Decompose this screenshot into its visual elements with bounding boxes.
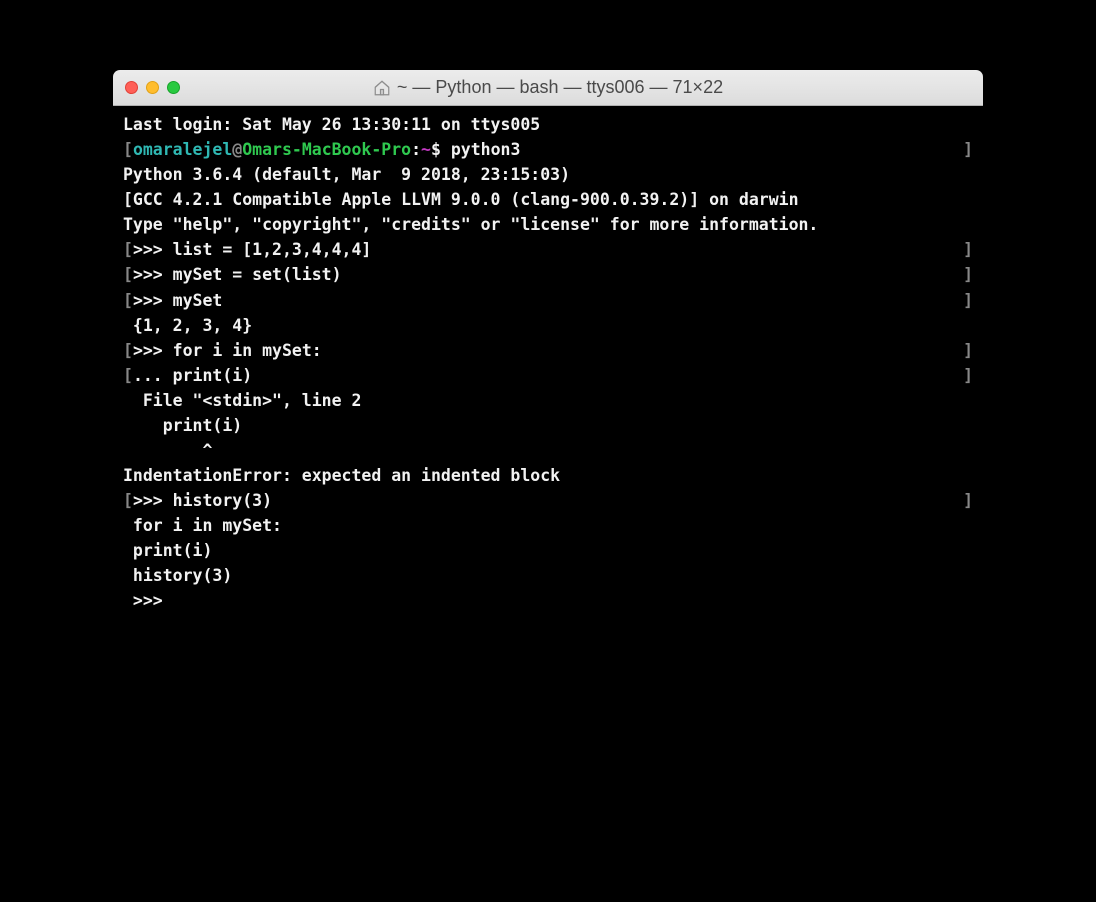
window-title: ~ — Python — bash — ttys006 — 71×22 bbox=[113, 77, 983, 98]
terminal-error: File "<stdin>", line 2 bbox=[123, 388, 973, 413]
bracket-right: ] bbox=[963, 363, 973, 388]
terminal-error: IndentationError: expected an indented b… bbox=[123, 463, 973, 488]
traffic-lights bbox=[125, 81, 180, 94]
repl-input: >>> mySet = set(list) bbox=[133, 262, 963, 287]
prompt-at: @ bbox=[232, 140, 242, 159]
bracket-left: [ bbox=[123, 288, 133, 313]
minimize-button[interactable] bbox=[146, 81, 159, 94]
terminal-line: [ >>> list = [1,2,3,4,4,4] ] bbox=[123, 237, 973, 262]
terminal-error: print(i) bbox=[123, 413, 973, 438]
terminal-output: for i in mySet: bbox=[123, 513, 973, 538]
terminal-line: [ >>> mySet = set(list) ] bbox=[123, 262, 973, 287]
terminal-prompt: omaralejel@Omars-MacBook-Pro:~$ python3 bbox=[133, 137, 963, 162]
terminal-line: Python 3.6.4 (default, Mar 9 2018, 23:15… bbox=[123, 162, 973, 187]
terminal-line: [GCC 4.2.1 Compatible Apple LLVM 9.0.0 (… bbox=[123, 187, 973, 212]
prompt-path: ~ bbox=[421, 140, 431, 159]
repl-input: >>> mySet bbox=[133, 288, 963, 313]
bracket-left: [ bbox=[123, 488, 133, 513]
terminal-line: Last login: Sat May 26 13:30:11 on ttys0… bbox=[123, 112, 973, 137]
terminal-line: [ >>> history(3) ] bbox=[123, 488, 973, 513]
repl-input: >>> list = [1,2,3,4,4,4] bbox=[133, 237, 963, 262]
bracket-right: ] bbox=[963, 262, 973, 287]
repl-prompt[interactable]: >>> bbox=[123, 588, 973, 613]
bracket-left: [ bbox=[123, 237, 133, 262]
bracket-left: [ bbox=[123, 137, 133, 162]
maximize-button[interactable] bbox=[167, 81, 180, 94]
close-button[interactable] bbox=[125, 81, 138, 94]
prompt-colon: : bbox=[411, 140, 421, 159]
prompt-user: omaralejel bbox=[133, 140, 232, 159]
bracket-right: ] bbox=[963, 137, 973, 162]
window-titlebar[interactable]: ~ — Python — bash — ttys006 — 71×22 bbox=[113, 70, 983, 106]
repl-input: ... print(i) bbox=[133, 363, 963, 388]
bracket-right: ] bbox=[963, 288, 973, 313]
bracket-left: [ bbox=[123, 338, 133, 363]
prompt-dollar: $ bbox=[431, 140, 441, 159]
bracket-right: ] bbox=[963, 237, 973, 262]
terminal-output: {1, 2, 3, 4} bbox=[123, 313, 973, 338]
prompt-command: python3 bbox=[441, 140, 520, 159]
bracket-left: [ bbox=[123, 363, 133, 388]
bracket-right: ] bbox=[963, 488, 973, 513]
bracket-left: [ bbox=[123, 262, 133, 287]
terminal-line: [ >>> mySet ] bbox=[123, 288, 973, 313]
terminal-prompt-line: [ omaralejel@Omars-MacBook-Pro:~$ python… bbox=[123, 137, 973, 162]
terminal-line: [ ... print(i) ] bbox=[123, 363, 973, 388]
terminal-window: ~ — Python — bash — ttys006 — 71×22 Last… bbox=[113, 70, 983, 826]
terminal-output: history(3) bbox=[123, 563, 973, 588]
terminal-line: Type "help", "copyright", "credits" or "… bbox=[123, 212, 973, 237]
home-icon bbox=[373, 79, 391, 97]
terminal-body[interactable]: Last login: Sat May 26 13:30:11 on ttys0… bbox=[113, 106, 983, 826]
window-title-text: ~ — Python — bash — ttys006 — 71×22 bbox=[397, 77, 723, 98]
terminal-line: [ >>> for i in mySet: ] bbox=[123, 338, 973, 363]
terminal-error: ^ bbox=[123, 438, 973, 463]
prompt-host: Omars-MacBook-Pro bbox=[242, 140, 411, 159]
repl-input: >>> for i in mySet: bbox=[133, 338, 963, 363]
terminal-output: print(i) bbox=[123, 538, 973, 563]
bracket-right: ] bbox=[963, 338, 973, 363]
repl-input: >>> history(3) bbox=[133, 488, 963, 513]
